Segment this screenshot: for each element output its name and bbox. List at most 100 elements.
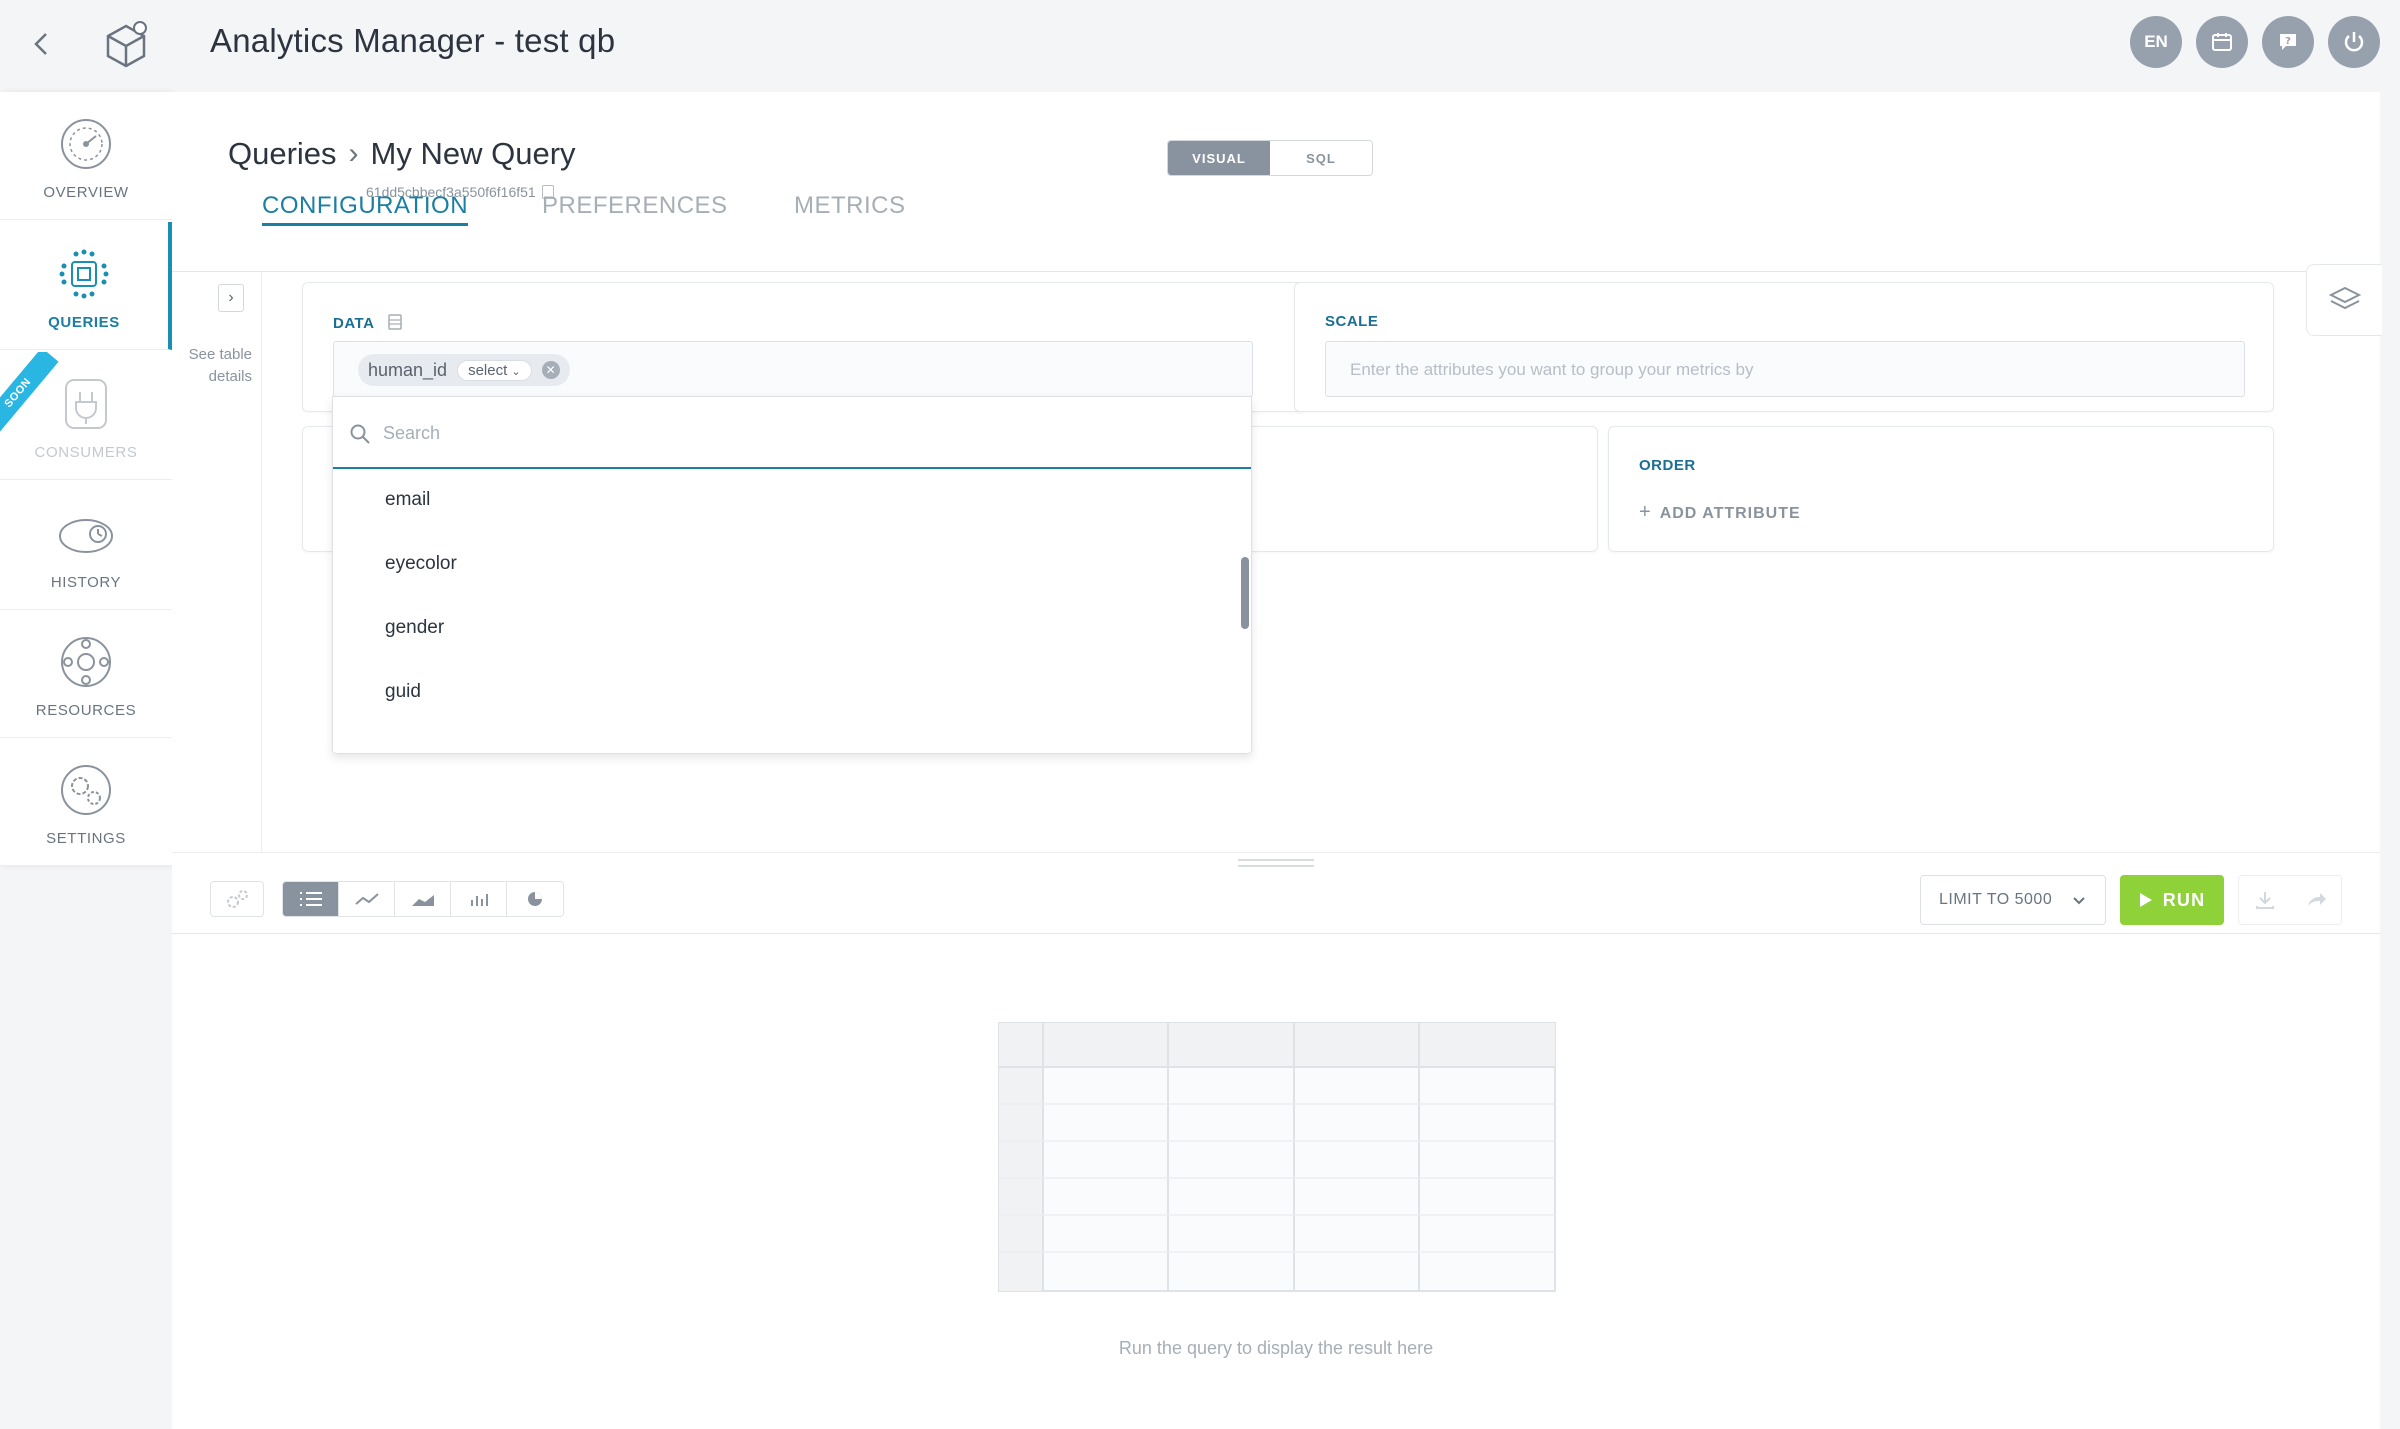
expand-chevron-icon[interactable]: › [218, 284, 244, 312]
bar-chart-icon [470, 894, 488, 906]
dropdown-search-bar [333, 397, 1251, 469]
layers-icon [2328, 286, 2361, 310]
add-attribute-label: ADD ATTRIBUTE [1659, 505, 1801, 522]
area-chart-icon [411, 895, 434, 906]
sidebar-label: SETTINGS [46, 830, 126, 847]
limit-select[interactable]: LIMIT TO 5000 [1920, 875, 2106, 925]
sidebar-label: CONSUMERS [34, 444, 138, 461]
gears-icon [227, 890, 248, 908]
scale-placeholder: Enter the attributes you want to group y… [1350, 360, 1754, 379]
scale-card: SCALE Enter the attributes you want to g… [1294, 282, 2274, 412]
scale-attributes-field[interactable]: Enter the attributes you want to group y… [1325, 341, 2245, 397]
sidebar-label: RESOURCES [35, 702, 137, 719]
queries-chip-icon [59, 249, 109, 299]
export-group [2238, 875, 2342, 925]
logo-cube-icon [106, 21, 147, 68]
viz-area-button[interactable] [395, 882, 451, 916]
power-icon [2344, 32, 2364, 52]
attribute-chip[interactable]: human_id select ⌄ ✕ [358, 354, 570, 386]
empty-result-message: Run the query to display the result here [1118, 1338, 1434, 1358]
top-bar: Analytics Manager - test qb EN ? [0, 0, 2400, 88]
sidebar: OVERVIEW QUERIES SOON CONSUMERS HISTORY … [0, 92, 172, 866]
dropdown-option[interactable]: gender [385, 617, 444, 639]
mode-visual-button[interactable]: VISUAL [1168, 141, 1270, 175]
help-icon: ? [2280, 34, 2296, 50]
run-label: RUN [2162, 889, 2206, 910]
tab-preferences[interactable]: PREFERENCES [542, 192, 728, 220]
tab-configuration[interactable]: CONFIGURATION [262, 192, 469, 226]
chart-settings-button[interactable] [210, 881, 264, 917]
line-chart-icon [354, 893, 379, 905]
calendar-button[interactable] [2196, 16, 2248, 68]
resize-handle[interactable] [1238, 859, 1314, 867]
plus-icon: + [1639, 501, 1652, 523]
download-button[interactable] [2239, 876, 2290, 924]
table-details-strip: › See table details [172, 272, 262, 852]
viz-table-button[interactable] [283, 882, 339, 916]
sidebar-label: OVERVIEW [43, 184, 129, 201]
data-attributes-field[interactable]: human_id select ⌄ ✕ [333, 341, 1253, 397]
app-title: Analytics Manager - test qb [210, 22, 616, 59]
sidebar-item-queries[interactable]: QUERIES [0, 222, 172, 350]
share-arrow-icon [2307, 893, 2326, 906]
download-icon [2255, 892, 2274, 909]
tab-metrics[interactable]: METRICS [794, 192, 906, 220]
power-button[interactable] [2328, 16, 2380, 68]
table-icon[interactable] [387, 313, 403, 331]
page-title[interactable]: My New Query [371, 136, 576, 172]
viz-pie-button[interactable] [507, 882, 563, 916]
svg-text:?: ? [2285, 36, 2291, 47]
viz-bar-button[interactable] [451, 882, 507, 916]
dropdown-option[interactable]: guid [385, 681, 421, 703]
visualization-type-group [282, 881, 564, 917]
dropdown-scrollbar[interactable] [1241, 557, 1249, 629]
data-card-title: DATA [333, 313, 403, 332]
plug-icon [65, 379, 107, 429]
dropdown-option[interactable]: email [385, 489, 430, 511]
visualization-toolbar: LIMIT TO 5000 RUN [172, 852, 2380, 934]
see-table-details-link[interactable]: See table details [178, 344, 252, 388]
sidebar-item-consumers: SOON CONSUMERS [0, 352, 172, 480]
order-card-title: ORDER [1639, 457, 1696, 474]
attribute-chip-label: human_id [368, 359, 448, 380]
dropdown-option[interactable]: eyecolor [385, 553, 457, 575]
chevron-down-icon: ⌄ [511, 365, 521, 378]
data-card: DATA human_id select ⌄ ✕ [302, 282, 1304, 412]
sidebar-label: QUERIES [48, 314, 120, 331]
list-icon [299, 892, 322, 906]
sidebar-item-settings[interactable]: SETTINGS [0, 738, 172, 866]
breadcrumb-separator-icon: › [348, 137, 359, 170]
resources-icon [61, 637, 111, 687]
dropdown-search-input[interactable] [383, 415, 1203, 451]
back-chevron-icon[interactable] [28, 26, 56, 62]
soon-ribbon: SOON [0, 352, 59, 439]
data-title-text: DATA [333, 315, 374, 332]
pie-chart-icon [528, 892, 542, 906]
sidebar-item-resources[interactable]: RESOURCES [0, 610, 172, 738]
search-icon [350, 424, 370, 444]
sidebar-label: HISTORY [50, 574, 122, 591]
mode-sql-button[interactable]: SQL [1270, 141, 1372, 175]
chevron-down-icon [2073, 897, 2085, 905]
remove-chip-icon[interactable]: ✕ [541, 361, 560, 379]
aggregation-select[interactable]: select ⌄ [457, 359, 532, 381]
sidebar-item-history[interactable]: HISTORY [0, 482, 172, 610]
breadcrumb-root[interactable]: Queries [228, 136, 337, 172]
settings-gear-icon [61, 765, 111, 815]
viz-line-button[interactable] [339, 882, 395, 916]
order-card: ORDER + ADD ATTRIBUTE [1608, 426, 2274, 552]
help-button[interactable]: ? [2262, 16, 2314, 68]
share-button[interactable] [2290, 876, 2341, 924]
add-attribute-button[interactable]: + ADD ATTRIBUTE [1639, 501, 1801, 524]
sidebar-item-overview[interactable]: OVERVIEW [0, 92, 172, 220]
layers-panel-toggle[interactable] [2306, 264, 2382, 336]
main-panel: Queries › My New Query 61dd5cbbecf3a550f… [172, 92, 2382, 1429]
dashboard-gauge-icon [61, 119, 111, 169]
history-icon [59, 519, 113, 553]
language-button[interactable]: EN [2130, 16, 2182, 68]
aggregation-select-label: select [468, 361, 508, 379]
play-icon [2139, 893, 2152, 907]
run-button[interactable]: RUN [2120, 875, 2224, 925]
scale-card-title: SCALE [1325, 313, 1379, 330]
mode-toggle: VISUAL SQL [1167, 140, 1373, 176]
